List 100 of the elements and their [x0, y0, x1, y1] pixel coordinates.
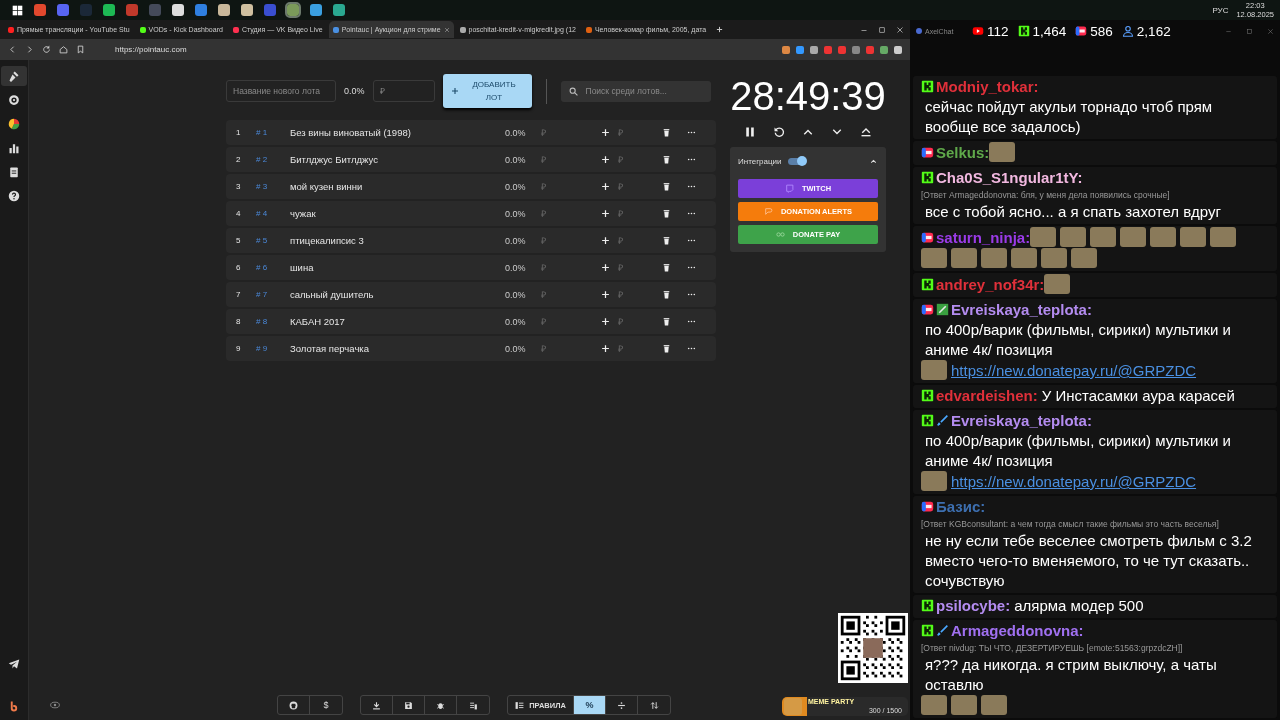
trash-icon[interactable] [662, 128, 671, 137]
amount-field[interactable]: ₽ [372, 80, 435, 102]
app-icon[interactable] [103, 4, 115, 16]
lot-amount-field[interactable]: ₽ [541, 262, 601, 273]
lot-name[interactable]: птицекалипсис 3 [290, 235, 505, 246]
lot-name[interactable]: Без вины виноватый (1998) [290, 127, 505, 138]
search-field[interactable]: Поиск среди лотов... [560, 80, 711, 102]
bookmark-icon[interactable] [76, 45, 85, 54]
restart-icon[interactable] [773, 126, 785, 138]
trash-icon[interactable] [662, 209, 671, 218]
lot-amount-field[interactable]: ₽ [541, 181, 601, 192]
plus-icon[interactable] [601, 236, 610, 245]
add-amount-field[interactable]: ₽ [618, 262, 662, 273]
lot-name[interactable]: сальный душитель [290, 289, 505, 300]
plus-icon[interactable] [601, 209, 610, 218]
plus-icon[interactable] [601, 290, 610, 299]
lot-amount-field[interactable]: ₽ [541, 127, 601, 138]
integrations-toggle[interactable] [787, 157, 806, 165]
chat-author[interactable]: Evreiskaya_teplota: [951, 301, 1092, 318]
lot-name[interactable]: чужак [290, 208, 505, 219]
eye-icon[interactable] [50, 700, 60, 710]
add-amount-field[interactable]: ₽ [618, 316, 662, 327]
emote-image [1210, 227, 1237, 247]
app-icon[interactable] [172, 4, 184, 16]
chat-author[interactable]: Evreiskaya_teplota: [951, 412, 1092, 429]
emote-image [921, 471, 947, 491]
pause-icon[interactable] [744, 126, 756, 138]
gavel-icon [8, 70, 20, 82]
paper-plane-icon[interactable] [8, 658, 20, 670]
trash-icon[interactable] [662, 344, 671, 353]
app-icon[interactable] [241, 4, 253, 16]
chat-author[interactable]: Cha0S_S1ngular1tY: [936, 169, 1083, 186]
logo-icon[interactable] [8, 700, 20, 712]
add-amount-field[interactable]: ₽ [618, 208, 662, 219]
home-icon[interactable] [59, 45, 68, 54]
app-icon[interactable] [218, 4, 230, 16]
emote-image [1071, 248, 1097, 268]
reload-icon[interactable] [42, 45, 51, 54]
lot-amount-field[interactable]: ₽ [541, 208, 601, 219]
plus-icon[interactable] [601, 128, 610, 137]
emote-image [989, 142, 1016, 162]
start-button[interactable] [12, 4, 23, 16]
add-lot-button[interactable]: ДОБАВИТЬ ЛОТ [442, 74, 532, 108]
chat-author[interactable]: Armageddonovna: [951, 622, 1084, 639]
lot-name-field[interactable]: Название нового лота [226, 80, 336, 102]
plus-icon[interactable] [601, 155, 610, 164]
lot-number: # 4 [256, 209, 269, 218]
lot-amount-field[interactable]: ₽ [541, 316, 601, 327]
message-link[interactable]: https://new.donatepay.ru/@GRPZDC [951, 473, 1197, 490]
add-amount-field[interactable]: ₽ [618, 154, 662, 165]
close-icon[interactable] [443, 26, 450, 33]
add-amount-field[interactable]: ₽ [618, 127, 662, 138]
app-icon[interactable] [333, 4, 345, 16]
toolbar-button[interactable]: $ [310, 696, 342, 714]
new-tab-icon[interactable] [716, 26, 724, 33]
chevron-up-icon[interactable] [869, 156, 878, 166]
emote-image [921, 360, 947, 380]
lot-name[interactable]: Золотая перчачка [290, 343, 505, 354]
add-amount-field[interactable]: ₽ [618, 235, 662, 246]
trash-icon[interactable] [662, 182, 671, 191]
toolbar-button[interactable]: % [574, 696, 606, 714]
chat-author[interactable]: edvardeishen: [936, 387, 1038, 404]
add-amount-field[interactable]: ₽ [618, 181, 662, 192]
trash-icon[interactable] [662, 290, 671, 299]
eject-icon[interactable] [860, 126, 872, 138]
bug-icon [436, 700, 445, 710]
lot-amount-field[interactable]: ₽ [541, 154, 601, 165]
message-text: я??? да никогда. я стрим выключу, а чаты оставлю [925, 655, 1218, 695]
sidebar-item[interactable] [1, 66, 27, 86]
chat-author[interactable]: andrey_nof34r: [936, 276, 1045, 293]
chat-author[interactable]: psilocybe: [936, 597, 1011, 614]
lot-amount-field[interactable]: ₽ [541, 289, 601, 300]
plus-icon [450, 87, 459, 95]
address-field[interactable]: https://pointauc.com [93, 42, 774, 57]
chat-author[interactable]: saturn_ninja: [936, 229, 1031, 246]
platform-logo-icon [921, 278, 934, 291]
trash-icon[interactable] [662, 317, 671, 326]
app-icon[interactable] [310, 4, 322, 16]
lot-name[interactable]: Битлджус Битлджус [290, 154, 505, 165]
lot-amount-field[interactable]: ₽ [541, 235, 601, 246]
lot-name[interactable]: шина [290, 262, 505, 273]
lot-name[interactable]: мой кузен винни [290, 181, 505, 192]
trash-icon[interactable] [662, 236, 671, 245]
language-indicator[interactable]: РУС [1212, 5, 1229, 15]
add-amount-field[interactable]: ₽ [618, 343, 662, 354]
chat-author[interactable]: Modniy_tokar: [936, 78, 1039, 95]
plus-icon[interactable] [601, 317, 610, 326]
emote-image [1120, 227, 1147, 247]
divide-icon [617, 700, 626, 710]
plus-icon[interactable] [601, 182, 610, 191]
chat-author[interactable]: Базис: [936, 498, 986, 515]
add-amount-field[interactable]: ₽ [618, 289, 662, 300]
plus-icon[interactable] [601, 263, 610, 272]
plus-icon[interactable] [601, 344, 610, 353]
lot-name[interactable]: КАБАН 2017 [290, 316, 505, 327]
trash-icon[interactable] [662, 263, 671, 272]
message-link[interactable]: https://new.donatepay.ru/@GRPZDC [951, 362, 1197, 379]
trash-icon[interactable] [662, 155, 671, 164]
lot-amount-field[interactable]: ₽ [541, 343, 601, 354]
chat-author[interactable]: Selkus: [936, 144, 990, 161]
